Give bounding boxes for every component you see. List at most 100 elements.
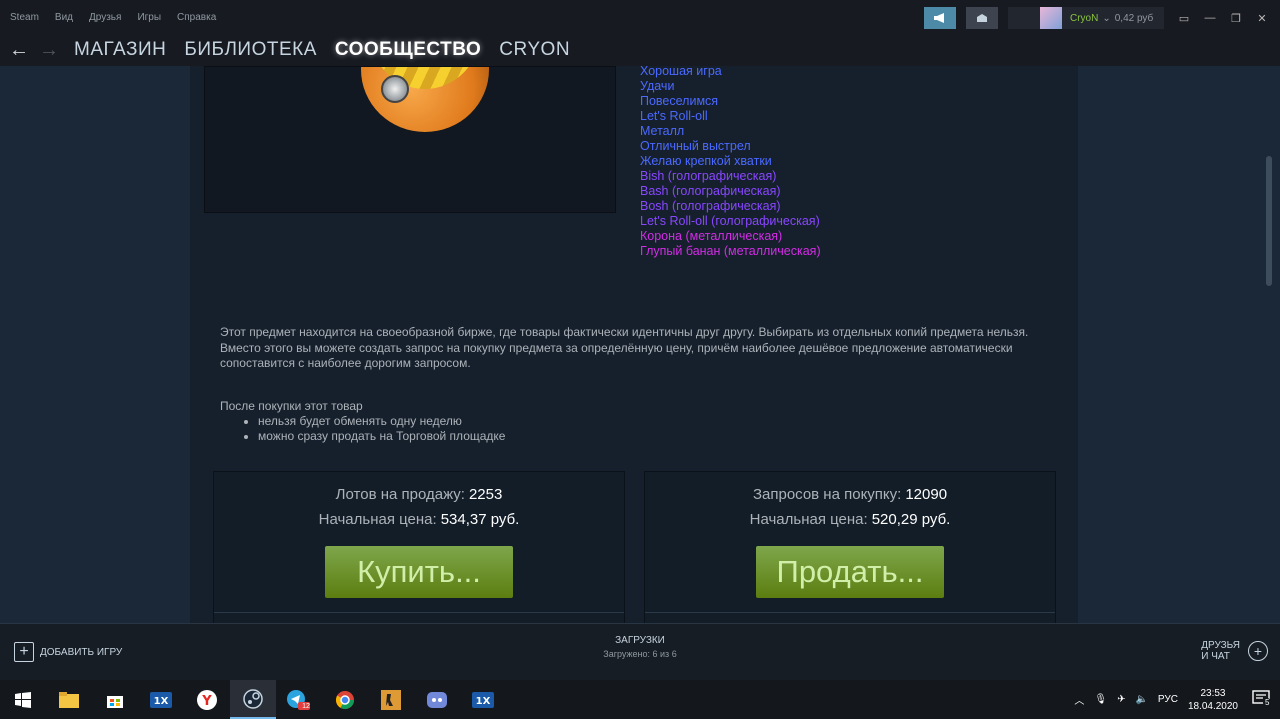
after-purchase-info: После покупки этот товар нельзя будет об… (220, 399, 505, 444)
back-arrow-icon[interactable]: ← (4, 39, 34, 62)
sticker-name: Удачи (640, 79, 675, 93)
scrollbar[interactable] (1266, 156, 1272, 286)
sticker-name: Хорошая игра (640, 66, 722, 78)
sticker-list: Хорошая игра Удачи Повеселимся Let's Roll-o… (640, 66, 821, 259)
item-description: Этот предмет находится на своеобразной б… (220, 325, 1029, 370)
market-listing-page: Хорошая игра Удачи Повеселимся Let's Roll-o… (190, 66, 1078, 623)
chrome-icon[interactable] (322, 680, 368, 719)
1xbet-icon-2[interactable]: 1X (460, 680, 506, 719)
file-explorer-icon[interactable] (46, 680, 92, 719)
steam-icon[interactable] (230, 680, 276, 719)
content-area: Хорошая игра Удачи Повеселимся Let's Roll-o… (0, 66, 1280, 623)
sticker-name: Желаю крепкой хватки (640, 154, 772, 168)
telegram-badge: 12 (302, 702, 310, 710)
buy-requests: Запросов на покупку: 12090 (645, 482, 1055, 507)
buy-price-label: Начальная цена: (318, 511, 437, 528)
sell-price-value: 520,29 руб. (871, 511, 951, 528)
item-image (204, 66, 616, 213)
system-tray: ︿ 🎙 ✈ 🔈 РУС 23:53 18.04.2020 5 (1074, 680, 1280, 719)
sticker-name: Bish (голографическая) (640, 169, 777, 183)
sell-start-price: Начальная цена: 520,29 руб. (645, 507, 1055, 532)
requests-label: Запросов на покупку: (752, 486, 902, 503)
downloads-title: ЗАГРУЗКИ (615, 635, 665, 646)
menu-games[interactable]: Игры (137, 12, 161, 23)
menu-help[interactable]: Справка (177, 12, 216, 23)
add-game-label: ДОБАВИТЬ ИГРУ (40, 646, 123, 658)
nav-community[interactable]: СООБЩЕСТВО (335, 39, 481, 61)
broadcast-button[interactable] (924, 7, 956, 29)
date: 18.04.2020 (1187, 700, 1238, 712)
language-indicator[interactable]: РУС (1158, 694, 1178, 705)
chat-label: И ЧАТ (1201, 651, 1230, 662)
account-menu[interactable]: CryoN ⌄ 0,42 руб (1008, 7, 1164, 29)
nav-store[interactable]: МАГАЗИН (74, 39, 166, 61)
yandex-browser-icon[interactable]: Y (184, 680, 230, 719)
menu-friends[interactable]: Друзья (89, 12, 121, 23)
friends-label: ДРУЗЬЯ (1201, 640, 1240, 651)
user-name: CryoN (1070, 12, 1099, 24)
lots-value: 2253 (468, 486, 503, 503)
chevron-up-icon[interactable]: ︿ (1074, 692, 1084, 707)
buy-panel: Лотов на продажу: 2253 Начальная цена: 534… (213, 471, 625, 623)
buy-button[interactable]: Купить... (325, 546, 513, 598)
store-icon[interactable] (92, 680, 138, 719)
plus-icon: + (14, 642, 34, 662)
divider (645, 612, 1055, 613)
friends-chat-button[interactable]: ДРУЗЬЯ И ЧАТ + (1201, 640, 1268, 662)
envelope-icon (977, 14, 987, 22)
downloads-progress: Загружено: 6 из 6 (603, 649, 677, 659)
time: 23:53 (1200, 687, 1226, 699)
megaphone-icon (934, 13, 944, 23)
svg-text:1X: 1X (476, 696, 491, 707)
sticker-name: Отличный выстрел (640, 139, 751, 153)
sticker-name: Металл (640, 124, 685, 138)
nav-library[interactable]: БИБЛИОТЕКА (184, 39, 317, 61)
discord-icon[interactable] (414, 680, 460, 719)
main-nav: ← → МАГАЗИН БИБЛИОТЕКА СООБЩЕСТВО CRYON (0, 34, 1280, 66)
buy-start-price: Начальная цена: 534,37 руб. (214, 507, 624, 532)
microphone-icon[interactable]: 🎙 (1094, 694, 1107, 705)
clock[interactable]: 23:53 18.04.2020 (1188, 687, 1238, 713)
sell-panel: Запросов на покупку: 12090 Начальная цена… (644, 471, 1056, 623)
big-picture-icon[interactable]: ▭ (1176, 10, 1192, 26)
svg-text:Y: Y (201, 694, 212, 709)
downloads-status[interactable]: ЗАГРУЗКИ Загружено: 6 из 6 (540, 635, 740, 659)
sticker-name: Повеселимся (640, 94, 719, 108)
close-icon[interactable]: ✕ (1254, 10, 1270, 26)
menu-view[interactable]: Вид (55, 12, 73, 23)
lots-label: Лотов на продажу: (335, 486, 465, 503)
airplane-icon[interactable]: ✈ (1117, 694, 1125, 705)
sticker-name: Bosh (голографическая) (640, 199, 781, 213)
forward-arrow-icon[interactable]: → (34, 39, 64, 62)
sticker-name: Глупый банан (металлическая) (640, 244, 821, 258)
chevron-down-icon: ⌄ (1102, 12, 1111, 24)
windows-start-icon[interactable] (0, 680, 46, 719)
sell-button[interactable]: Продать... (756, 546, 944, 598)
sticker-name: Bash (голографическая) (640, 184, 781, 198)
add-game-button[interactable]: + ДОБАВИТЬ ИГРУ (14, 642, 122, 662)
maximize-icon[interactable]: ❐ (1228, 10, 1244, 26)
notification-count: 5 (1263, 698, 1272, 707)
sticker-name: Корона (металлическая) (640, 229, 783, 243)
telegram-icon[interactable]: 12 (276, 680, 322, 719)
main-menu: Steam Вид Друзья Игры Справка (0, 12, 216, 23)
wallet-balance: 0,42 руб (1114, 12, 1154, 24)
1xbet-icon[interactable]: 1X (138, 680, 184, 719)
lots-for-sale: Лотов на продажу: 2253 (214, 482, 624, 507)
speaker-icon[interactable]: 🔈 (1135, 694, 1147, 705)
counter-strike-icon[interactable] (368, 680, 414, 719)
minimize-icon[interactable]: — (1202, 10, 1218, 26)
requests-value: 12090 (905, 486, 948, 503)
svg-text:1X: 1X (154, 696, 169, 707)
sticker-name: Let's Roll-oll (640, 109, 708, 123)
menu-steam[interactable]: Steam (10, 12, 39, 23)
lock-icon (381, 75, 409, 103)
after-purchase-item: можно сразу продать на Торговой площадке (258, 429, 505, 444)
sticker-name: Let's Roll-oll (голографическая) (640, 214, 820, 228)
after-purchase-title: После покупки этот товар (220, 399, 363, 413)
buy-price-value: 534,37 руб. (440, 511, 520, 528)
nav-profile[interactable]: CRYON (499, 39, 570, 61)
notification-center-icon[interactable]: 5 (1252, 690, 1272, 709)
avatar (1040, 7, 1062, 29)
notifications-button[interactable] (966, 7, 998, 29)
